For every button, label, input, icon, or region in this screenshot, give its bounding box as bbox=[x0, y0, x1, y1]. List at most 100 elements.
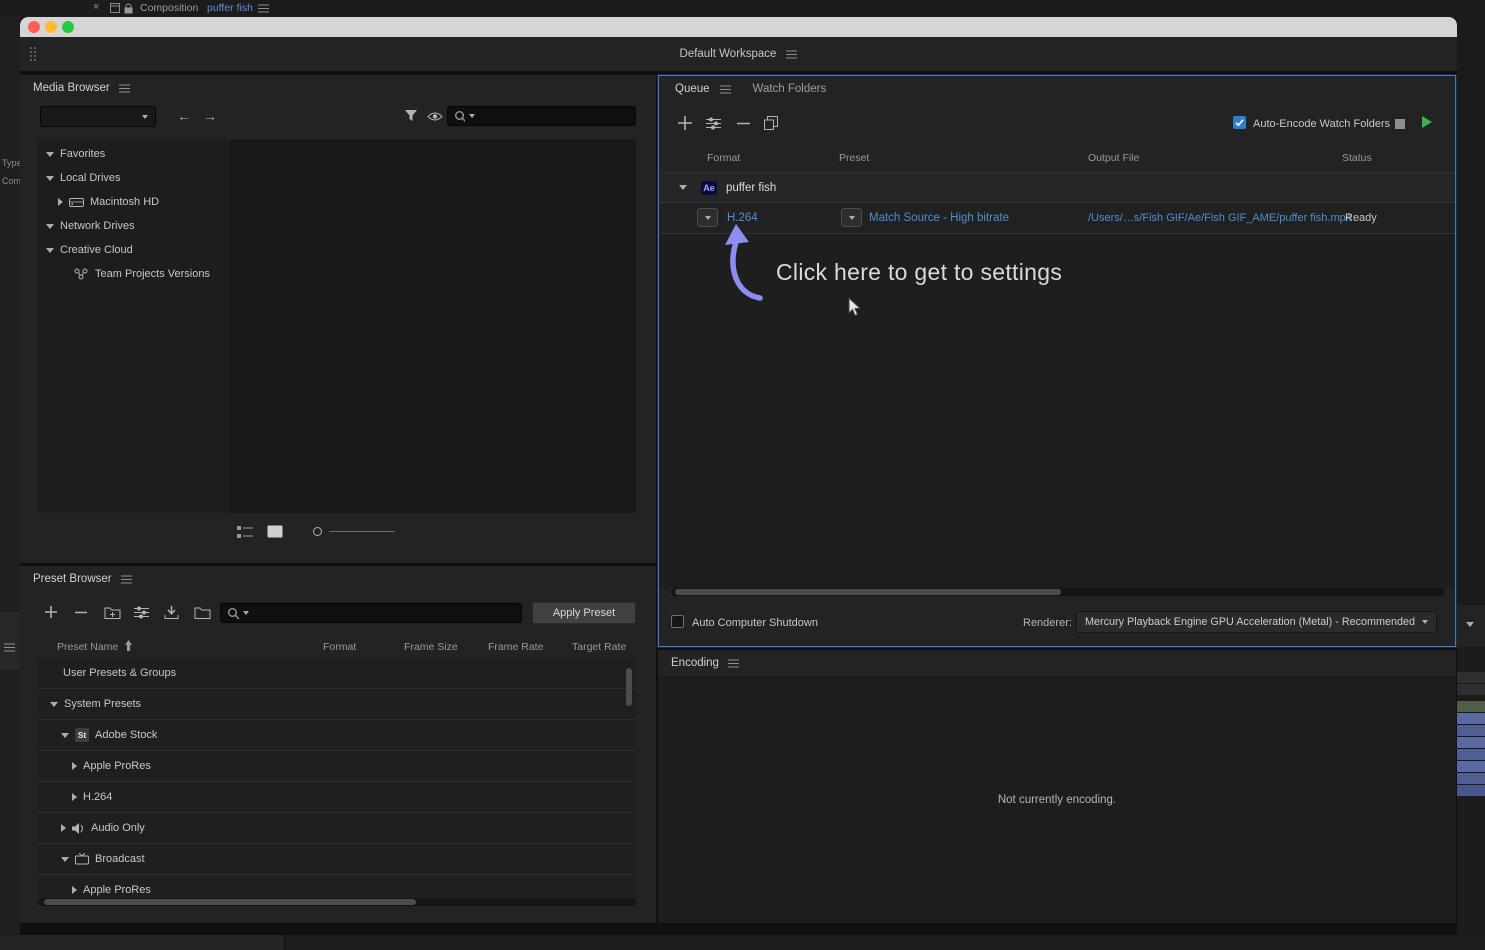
tree-item-favorites[interactable]: Favorites bbox=[38, 142, 228, 166]
tab-menu-icon[interactable] bbox=[258, 8, 269, 9]
preset-row-system-presets[interactable]: System Presets bbox=[38, 689, 636, 720]
media-search-field[interactable] bbox=[447, 106, 636, 126]
duplicate-icon[interactable] bbox=[764, 116, 778, 130]
preset-row-label: Adobe Stock bbox=[95, 729, 157, 741]
tree-item-local-drives[interactable]: Local Drives bbox=[38, 166, 228, 190]
auto-encode-checkbox[interactable] bbox=[1233, 116, 1246, 129]
queue-group-row[interactable]: Ae puffer fish bbox=[659, 173, 1455, 202]
preset-dropdown-button[interactable] bbox=[841, 208, 862, 227]
preset-settings-icon[interactable] bbox=[134, 606, 149, 622]
tab-watch-folders[interactable]: Watch Folders bbox=[753, 83, 827, 95]
preset-row-audio-only[interactable]: Audio Only bbox=[38, 813, 636, 844]
chevron-right-icon[interactable] bbox=[72, 793, 77, 801]
preset-row-broadcast[interactable]: Broadcast bbox=[38, 844, 636, 875]
add-output-icon[interactable] bbox=[706, 117, 721, 130]
media-browser-panel-menu-icon[interactable] bbox=[119, 88, 130, 89]
media-source-dropdown[interactable] bbox=[40, 106, 156, 127]
new-preset-icon[interactable] bbox=[44, 605, 59, 623]
back-arrow-icon[interactable]: ← bbox=[177, 106, 191, 126]
apply-preset-button[interactable]: Apply Preset bbox=[532, 602, 636, 624]
new-group-folder-icon[interactable] bbox=[104, 606, 121, 622]
preset-horizontal-scrollbar[interactable] bbox=[38, 898, 636, 906]
preset-row-user-presets[interactable]: User Presets & Groups bbox=[38, 658, 636, 689]
auto-shutdown-checkbox[interactable] bbox=[671, 615, 684, 628]
workspace-menu-icon[interactable] bbox=[786, 54, 797, 55]
queue-column-preset: Preset bbox=[839, 152, 869, 164]
chevron-down-icon[interactable] bbox=[61, 733, 69, 738]
drag-handle[interactable] bbox=[30, 47, 32, 49]
tab-queue[interactable]: Queue bbox=[675, 83, 710, 95]
list-view-icon[interactable] bbox=[237, 526, 253, 541]
preset-search-field[interactable] bbox=[220, 603, 522, 623]
close-window-button[interactable] bbox=[28, 21, 40, 33]
composition-tab-label[interactable]: Composition bbox=[140, 2, 198, 14]
preset-row-apple-prores-2[interactable]: Apple ProRes bbox=[38, 875, 636, 897]
column-frame-rate[interactable]: Frame Rate bbox=[488, 641, 543, 653]
search-options-chevron-icon[interactable] bbox=[243, 611, 249, 615]
stop-queue-icon[interactable] bbox=[1395, 119, 1405, 129]
item-format-link[interactable]: H.264 bbox=[727, 212, 758, 224]
chevron-right-icon[interactable] bbox=[72, 886, 77, 894]
renderer-value: Mercury Playback Engine GPU Acceleration… bbox=[1085, 616, 1416, 628]
preset-browser-panel-menu-icon[interactable] bbox=[121, 579, 132, 580]
chevron-right-icon[interactable] bbox=[58, 198, 63, 206]
column-preset-name[interactable]: Preset Name bbox=[57, 641, 118, 653]
chevron-right-icon[interactable] bbox=[72, 762, 77, 770]
preset-list: User Presets & Groups System Presets St … bbox=[38, 658, 636, 897]
preset-vertical-scrollbar-thumb[interactable] bbox=[626, 668, 632, 706]
queue-horizontal-scrollbar[interactable] bbox=[671, 588, 1445, 596]
scrollbar-thumb[interactable] bbox=[44, 899, 416, 905]
format-dropdown-button[interactable] bbox=[697, 208, 718, 227]
preset-search-input[interactable] bbox=[253, 607, 515, 619]
column-frame-size[interactable]: Frame Size bbox=[404, 641, 458, 653]
sort-ascending-icon[interactable] bbox=[124, 640, 133, 654]
chevron-down-icon[interactable] bbox=[46, 176, 54, 181]
tab-close-icon[interactable]: × bbox=[93, 1, 99, 13]
scrollbar-thumb[interactable] bbox=[675, 589, 1061, 595]
remove-icon[interactable] bbox=[737, 122, 750, 125]
chevron-down-icon[interactable] bbox=[61, 857, 69, 862]
filter-icon[interactable] bbox=[404, 109, 418, 125]
media-search-input[interactable] bbox=[479, 110, 629, 122]
item-preset-link[interactable]: Match Source - High bitrate bbox=[869, 212, 1009, 224]
composition-tab-name[interactable]: puffer fish bbox=[207, 2, 253, 14]
search-options-chevron-icon[interactable] bbox=[469, 114, 475, 118]
chevron-down-icon[interactable] bbox=[46, 248, 54, 253]
column-target-rate[interactable]: Target Rate bbox=[572, 641, 626, 653]
preset-row-apple-prores[interactable]: Apple ProRes bbox=[38, 751, 636, 782]
workspace-label[interactable]: Default Workspace bbox=[680, 48, 777, 60]
encoding-panel-menu-icon[interactable] bbox=[728, 663, 739, 664]
reveal-folder-icon[interactable] bbox=[194, 606, 211, 622]
preset-row-adobe-stock[interactable]: St Adobe Stock bbox=[38, 720, 636, 751]
minimize-window-button[interactable] bbox=[45, 21, 57, 33]
thumbnail-size-slider-track[interactable] bbox=[329, 531, 395, 532]
tree-item-team-projects[interactable]: Team Projects Versions bbox=[38, 262, 228, 286]
chevron-right-icon[interactable] bbox=[61, 824, 66, 832]
import-preset-icon[interactable] bbox=[164, 606, 179, 622]
tree-item-creative-cloud[interactable]: Creative Cloud bbox=[38, 238, 228, 262]
chevron-down-icon bbox=[1466, 622, 1474, 627]
chevron-down-icon bbox=[849, 216, 855, 220]
chevron-down-icon[interactable] bbox=[679, 185, 687, 190]
tree-item-macintosh-hd[interactable]: Macintosh HD bbox=[38, 190, 228, 214]
queue-panel-menu-icon[interactable] bbox=[720, 89, 731, 90]
thumbnail-view-icon[interactable] bbox=[267, 525, 283, 541]
queue-panel: Queue Watch Folders Auto-Encode Watch Fo… bbox=[658, 75, 1456, 647]
preset-row-h264[interactable]: H.264 bbox=[38, 782, 636, 813]
tree-item-network-drives[interactable]: Network Drives bbox=[38, 214, 228, 238]
forward-arrow-icon[interactable]: → bbox=[203, 106, 217, 126]
add-source-icon[interactable] bbox=[678, 116, 692, 130]
chevron-down-icon[interactable] bbox=[50, 702, 58, 707]
chevron-down-icon[interactable] bbox=[46, 224, 54, 229]
chevron-down-icon[interactable] bbox=[46, 152, 54, 157]
queue-item-row[interactable]: H.264 Match Source - High bitrate /Users… bbox=[659, 203, 1455, 233]
window-titlebar bbox=[20, 17, 1457, 37]
renderer-dropdown[interactable]: Mercury Playback Engine GPU Acceleration… bbox=[1076, 611, 1437, 633]
delete-preset-icon[interactable] bbox=[74, 605, 89, 623]
thumbnail-size-slider-knob[interactable] bbox=[313, 527, 322, 536]
item-output-file-link[interactable]: /Users/…s/Fish GIF/Ae/Fish GIF_AME/puffe… bbox=[1088, 212, 1352, 224]
start-queue-icon[interactable] bbox=[1422, 116, 1432, 128]
zoom-window-button[interactable] bbox=[62, 21, 74, 33]
column-format[interactable]: Format bbox=[323, 641, 356, 653]
eye-icon[interactable] bbox=[427, 111, 443, 125]
